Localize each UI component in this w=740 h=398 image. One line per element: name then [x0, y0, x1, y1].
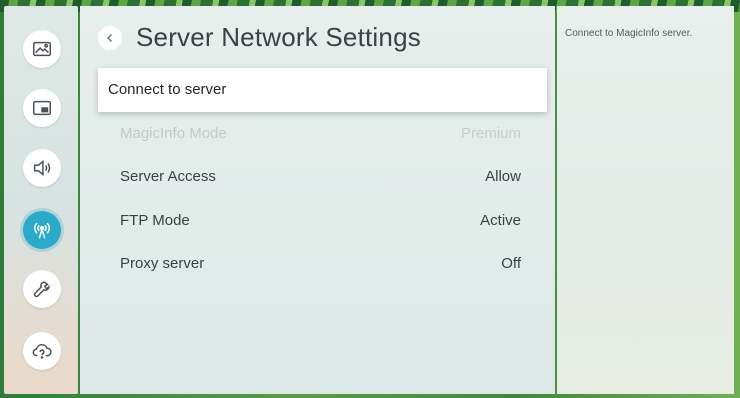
support-icon [32, 343, 52, 359]
menu-item-server-access[interactable]: Server Access Allow [98, 155, 547, 199]
rail-item-pip[interactable] [23, 89, 61, 127]
menu-item-value: Off [501, 255, 521, 273]
rail-item-picture[interactable] [23, 30, 61, 68]
rail-item-system[interactable] [23, 270, 61, 308]
menu-item-value: Premium [460, 124, 521, 142]
network-icon [33, 222, 51, 239]
menu-item-ftp-mode[interactable]: FTP Mode Active [98, 199, 547, 243]
page-title: Server Network Settings [136, 22, 421, 52]
menu-item-magicinfo-mode: MagicInfo Mode Premium [98, 112, 547, 156]
pip-icon [33, 100, 51, 116]
menu-item-label: Server Access [120, 168, 216, 186]
description-panel: Connect to MagicInfo server. [557, 6, 734, 394]
menu-item-label: Connect to server [108, 81, 227, 99]
settings-menu: Connect to server MagicInfo Mode Premium… [98, 68, 547, 286]
rail-item-sound[interactable] [23, 149, 61, 187]
rail-item-support[interactable] [23, 332, 61, 370]
page-header: Server Network Settings [98, 22, 421, 53]
menu-item-value: Allow [485, 168, 521, 186]
settings-panel: Server Network Settings Connect to serve… [80, 6, 555, 394]
menu-item-proxy-server[interactable]: Proxy server Off [98, 242, 547, 286]
rail-item-network[interactable] [23, 211, 61, 249]
back-button[interactable] [98, 25, 122, 50]
menu-item-connect-to-server[interactable]: Connect to server [98, 68, 547, 112]
category-rail [4, 6, 78, 394]
sound-icon [33, 160, 51, 176]
description-text: Connect to MagicInfo server. [565, 28, 693, 39]
picture-icon [33, 41, 51, 57]
wrench-icon [33, 281, 50, 298]
menu-item-label: MagicInfo Mode [120, 124, 227, 142]
menu-item-label: Proxy server [120, 255, 205, 273]
chevron-left-icon [107, 33, 112, 42]
menu-item-label: FTP Mode [120, 211, 190, 229]
menu-item-value: Active [480, 211, 521, 229]
